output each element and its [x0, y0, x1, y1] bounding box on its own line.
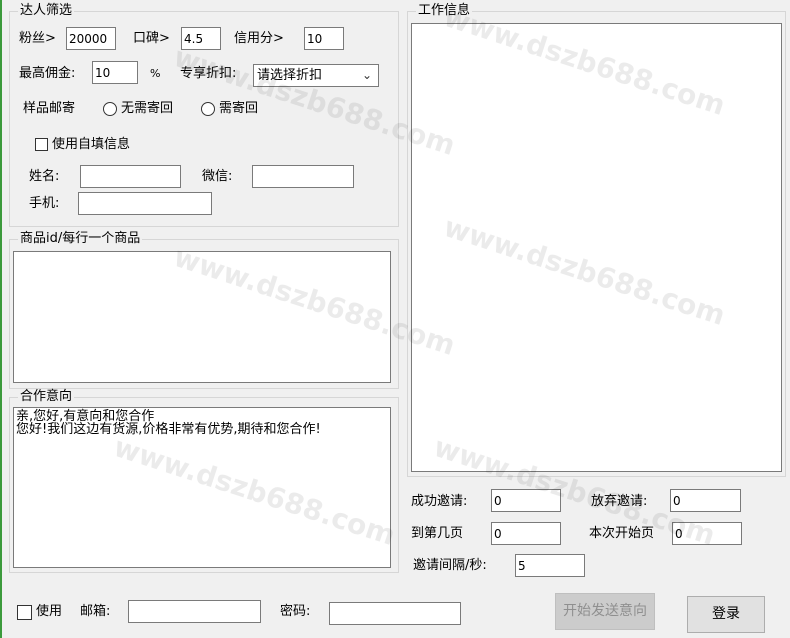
- success-label: 成功邀请:: [411, 494, 468, 509]
- work-info-title: 工作信息: [416, 3, 473, 18]
- login-button[interactable]: 登录: [687, 596, 765, 633]
- sample-mail-label: 样品邮寄: [23, 101, 76, 116]
- no-return-radio[interactable]: [103, 102, 117, 116]
- max-commission-label: 最高佣金:: [19, 66, 76, 81]
- work-info-log[interactable]: [411, 23, 782, 472]
- chevron-down-icon: ⌄: [361, 68, 372, 82]
- discount-selected-value: 请选择折扣: [257, 68, 323, 83]
- email-input[interactable]: [128, 600, 261, 623]
- need-return-label[interactable]: 需寄回: [219, 101, 258, 117]
- discount-select[interactable]: 请选择折扣 ⌄: [253, 64, 379, 87]
- abandon-label: 放弃邀请:: [591, 494, 648, 509]
- wechat-input[interactable]: [252, 165, 354, 188]
- reputation-label: 口碑>: [133, 31, 170, 46]
- start-page-label: 本次开始页: [589, 526, 655, 541]
- window-left-edge: [0, 0, 2, 638]
- reputation-input[interactable]: [181, 27, 221, 50]
- name-label: 姓名:: [29, 169, 60, 184]
- to-page-input[interactable]: [491, 522, 561, 545]
- fans-label: 粉丝>: [19, 31, 56, 46]
- use-custom-info-checkbox[interactable]: [35, 138, 48, 151]
- no-return-label[interactable]: 无需寄回: [121, 101, 173, 117]
- wechat-label: 微信:: [202, 169, 233, 184]
- discount-label: 专享折扣:: [180, 66, 237, 81]
- credit-input[interactable]: [304, 27, 344, 50]
- password-label: 密码:: [280, 604, 311, 619]
- product-ids-textarea[interactable]: [13, 251, 391, 383]
- name-input[interactable]: [80, 165, 181, 188]
- cooperation-textarea[interactable]: 亲,您好,有意向和您合作 您好!我们这边有货源,价格非常有优势,期待和您合作!: [13, 407, 391, 568]
- cooperation-title: 合作意向: [18, 389, 75, 404]
- to-page-label: 到第几页: [411, 526, 464, 541]
- email-label: 邮箱:: [80, 604, 111, 619]
- start-send-button[interactable]: 开始发送意向: [555, 593, 655, 630]
- talent-filter-title: 达人筛选: [18, 3, 75, 18]
- success-input[interactable]: [491, 489, 561, 512]
- use-email-label[interactable]: 使用: [36, 604, 62, 620]
- interval-label: 邀请间隔/秒:: [413, 558, 487, 573]
- need-return-radio[interactable]: [201, 102, 215, 116]
- product-ids-title: 商品id/每行一个商品: [18, 231, 143, 246]
- password-input[interactable]: [329, 602, 461, 625]
- interval-input[interactable]: [515, 554, 585, 577]
- phone-input[interactable]: [78, 192, 212, 215]
- phone-label: 手机:: [29, 196, 60, 211]
- percent-sign: %: [150, 67, 161, 80]
- max-commission-input[interactable]: [92, 61, 138, 84]
- use-custom-info-label[interactable]: 使用自填信息: [52, 137, 130, 153]
- abandon-input[interactable]: [670, 489, 741, 512]
- start-page-input[interactable]: [672, 522, 742, 545]
- use-email-checkbox[interactable]: [17, 605, 32, 620]
- fans-input[interactable]: [66, 27, 116, 50]
- credit-label: 信用分>: [234, 31, 284, 46]
